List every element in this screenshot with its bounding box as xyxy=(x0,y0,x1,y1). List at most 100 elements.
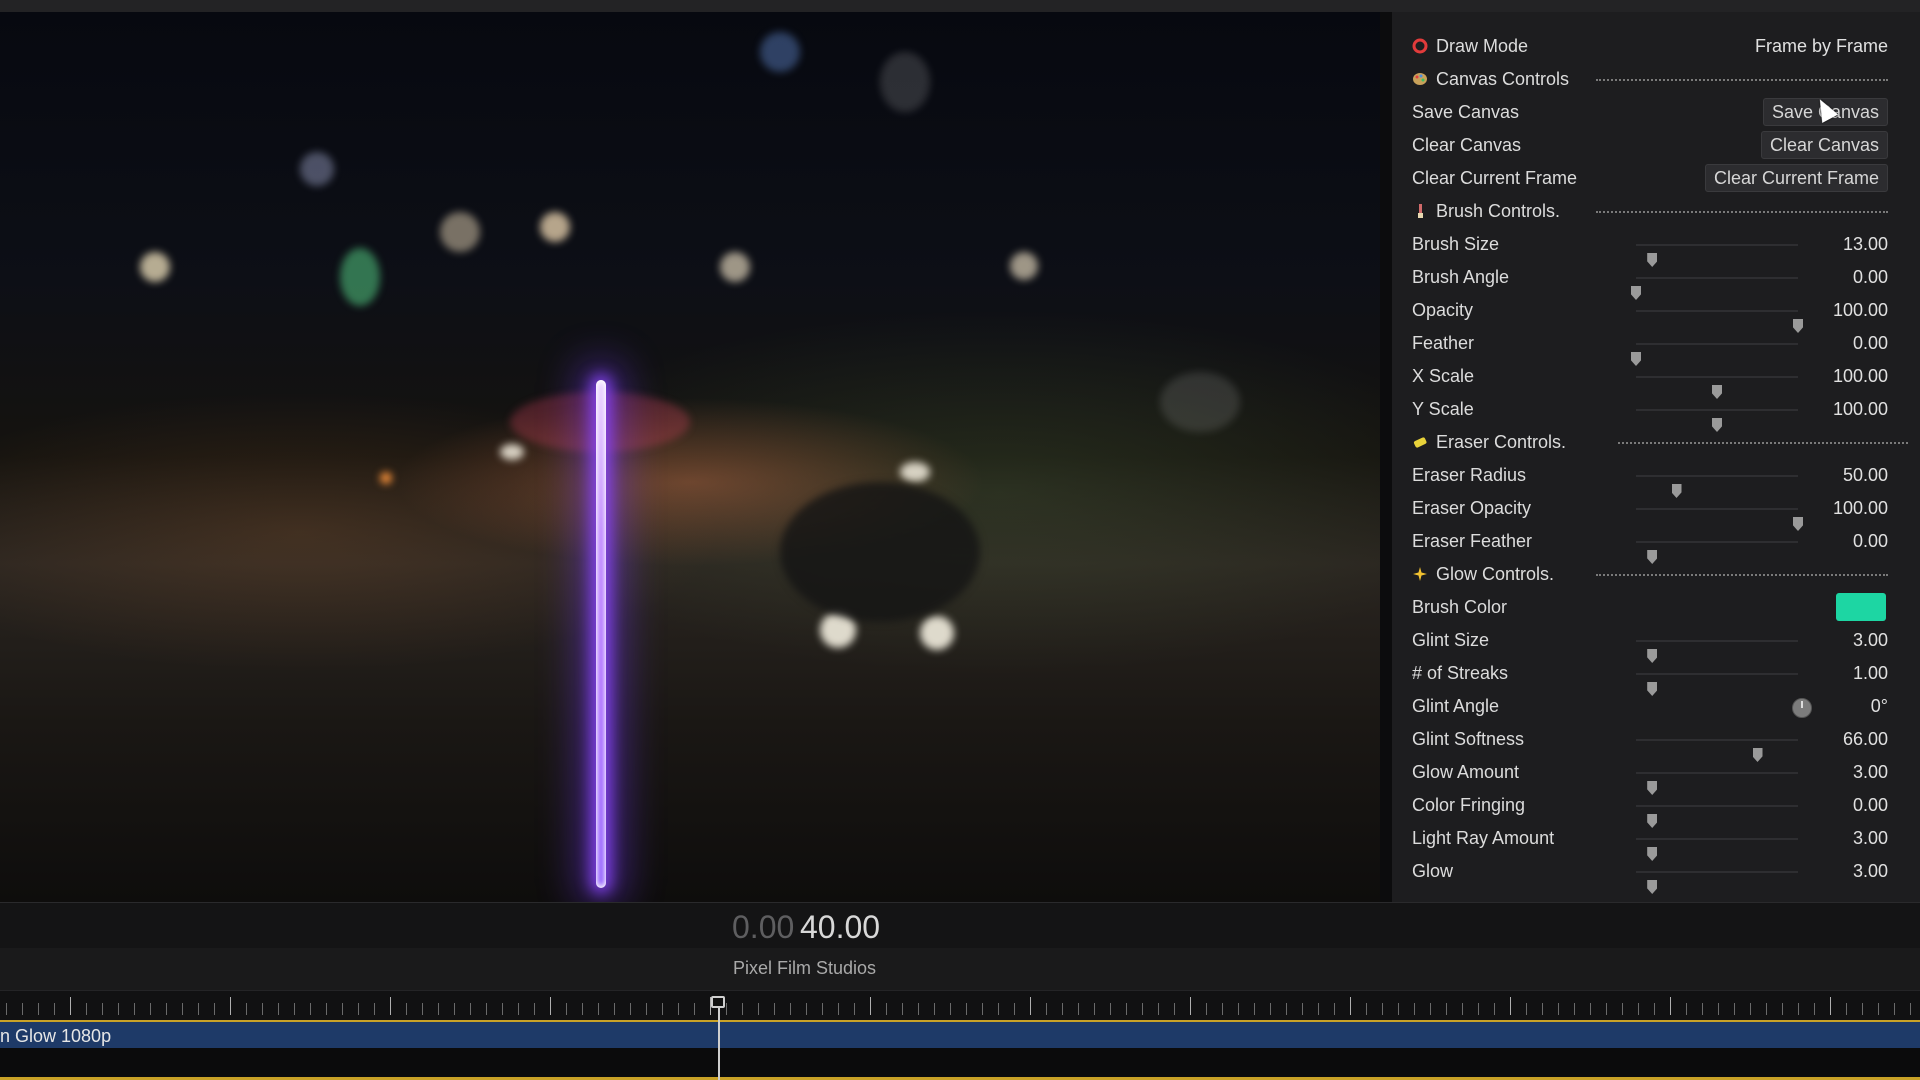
ruler-tick xyxy=(1094,1003,1095,1015)
timecode-value[interactable]: 40.00 xyxy=(800,909,880,946)
playhead[interactable] xyxy=(711,996,725,1080)
ruler-tick xyxy=(742,1003,743,1015)
ruler-tick xyxy=(934,1003,935,1015)
brush-controls-section[interactable]: Brush Controls. xyxy=(1412,195,1912,228)
brush-angle-row: Brush Angle 0.00 xyxy=(1412,261,1912,300)
brush-angle-value[interactable]: 0.00 xyxy=(1853,267,1888,288)
ruler-tick xyxy=(694,1003,695,1015)
y-scale-slider[interactable] xyxy=(1636,409,1798,432)
brush-angle-slider[interactable] xyxy=(1631,277,1798,300)
ruler-tick xyxy=(1622,1003,1623,1015)
color-fringing-slider[interactable] xyxy=(1636,805,1798,828)
ruler-tick xyxy=(102,1003,103,1015)
ruler-tick xyxy=(1494,1003,1495,1015)
ruler-tick xyxy=(310,1003,311,1015)
glint-angle-dial[interactable] xyxy=(1792,698,1812,718)
ruler-tick xyxy=(38,1003,39,1015)
y-scale-value[interactable]: 100.00 xyxy=(1833,399,1888,420)
clear-current-frame-button[interactable]: Clear Current Frame xyxy=(1704,164,1888,192)
ruler-tick xyxy=(470,1003,471,1015)
glint-softness-value[interactable]: 66.00 xyxy=(1843,729,1888,750)
eraser-opacity-slider[interactable] xyxy=(1636,508,1803,531)
glint-size-slider[interactable] xyxy=(1636,640,1798,663)
ruler-tick xyxy=(1910,1003,1911,1015)
video-viewer[interactable] xyxy=(0,12,1380,902)
glint-softness-slider[interactable] xyxy=(1636,739,1798,762)
draw-mode-value[interactable]: Frame by Frame xyxy=(1755,36,1888,57)
glint-size-value[interactable]: 3.00 xyxy=(1853,630,1888,651)
brush-controls-label: Brush Controls. xyxy=(1436,201,1561,221)
ruler-tick xyxy=(966,1003,967,1015)
brush-size-value[interactable]: 13.00 xyxy=(1843,234,1888,255)
slider-handle[interactable] xyxy=(1647,880,1658,894)
brush-size-label: Brush Size xyxy=(1412,234,1500,254)
section-divider xyxy=(1618,442,1908,444)
light-ray-amount-value[interactable]: 3.00 xyxy=(1853,828,1888,849)
ruler-tick xyxy=(1366,1003,1367,1015)
ruler-tick xyxy=(1062,1003,1063,1015)
x-scale-value[interactable]: 100.00 xyxy=(1833,366,1888,387)
brush-icon xyxy=(1418,204,1423,218)
opacity-slider[interactable] xyxy=(1636,310,1803,333)
clear-current-frame-row: Clear Current Frame Clear Current Frame xyxy=(1412,162,1912,195)
glow-controls-section[interactable]: Glow Controls. xyxy=(1412,558,1912,591)
eraser-feather-label: Eraser Feather xyxy=(1412,531,1533,551)
ruler-tick xyxy=(278,1003,279,1015)
ruler-tick xyxy=(1878,1003,1879,1015)
glint-angle-value[interactable]: 0° xyxy=(1871,696,1888,717)
brush-size-slider[interactable] xyxy=(1636,244,1798,267)
timeline-clip[interactable]: n Glow 1080p xyxy=(0,1020,1920,1050)
save-canvas-label: Save Canvas xyxy=(1412,102,1520,122)
eraser-opacity-value[interactable]: 100.00 xyxy=(1833,498,1888,519)
ruler-tick xyxy=(1478,1003,1479,1015)
color-fringing-value[interactable]: 0.00 xyxy=(1853,795,1888,816)
streaks-value[interactable]: 1.00 xyxy=(1853,663,1888,684)
eraser-radius-slider[interactable] xyxy=(1636,475,1798,498)
glow-slider[interactable] xyxy=(1636,871,1798,894)
ruler-tick xyxy=(534,1003,535,1015)
eraser-radius-label: Eraser Radius xyxy=(1412,465,1527,485)
ruler-tick xyxy=(1830,997,1831,1015)
streaks-slider[interactable] xyxy=(1636,673,1798,696)
glow-value[interactable]: 3.00 xyxy=(1853,861,1888,882)
ruler-tick xyxy=(1542,1003,1543,1015)
clear-canvas-button[interactable]: Clear Canvas xyxy=(1760,131,1888,159)
eraser-opacity-label: Eraser Opacity xyxy=(1412,498,1532,518)
ruler-tick xyxy=(1446,1003,1447,1015)
ruler-tick xyxy=(518,1003,519,1015)
section-divider xyxy=(1596,79,1888,81)
glow-amount-slider[interactable] xyxy=(1636,772,1798,795)
ruler-tick xyxy=(1030,997,1031,1015)
light-ray-amount-slider[interactable] xyxy=(1636,838,1798,861)
eraser-feather-slider[interactable] xyxy=(1636,541,1798,564)
ruler-tick xyxy=(166,1003,167,1015)
eraser-radius-value[interactable]: 50.00 xyxy=(1843,465,1888,486)
ruler-tick xyxy=(390,997,391,1015)
ruler-tick xyxy=(1814,1003,1815,1015)
opacity-value[interactable]: 100.00 xyxy=(1833,300,1888,321)
ruler-tick xyxy=(1286,1003,1287,1015)
ruler-tick xyxy=(70,997,71,1015)
eraser-controls-section[interactable]: Eraser Controls. xyxy=(1412,426,1912,459)
x-scale-slider[interactable] xyxy=(1636,376,1798,399)
eraser-opacity-row: Eraser Opacity 100.00 xyxy=(1412,492,1912,531)
ruler-tick xyxy=(1686,1003,1687,1015)
brush-size-row: Brush Size 13.00 xyxy=(1412,228,1912,267)
timeline-ruler[interactable] xyxy=(0,990,1920,1021)
clear-current-frame-label: Clear Current Frame xyxy=(1412,168,1578,188)
ruler-tick xyxy=(1862,1003,1863,1015)
feather-value[interactable]: 0.00 xyxy=(1853,333,1888,354)
glint-size-label: Glint Size xyxy=(1412,630,1490,650)
ruler-tick xyxy=(902,1003,903,1015)
ruler-tick xyxy=(1206,1003,1207,1015)
brush-color-label: Brush Color xyxy=(1412,597,1508,617)
ruler-tick xyxy=(854,1003,855,1015)
draw-mode-row[interactable]: Draw Mode Frame by Frame xyxy=(1412,30,1912,63)
ruler-tick xyxy=(1302,1003,1303,1015)
eraser-feather-value[interactable]: 0.00 xyxy=(1853,531,1888,552)
glow-amount-value[interactable]: 3.00 xyxy=(1853,762,1888,783)
feather-slider[interactable] xyxy=(1631,343,1798,366)
canvas-controls-section[interactable]: Canvas Controls xyxy=(1412,63,1912,96)
timeline-track-empty xyxy=(0,1048,1920,1080)
brush-color-swatch[interactable] xyxy=(1836,593,1886,621)
